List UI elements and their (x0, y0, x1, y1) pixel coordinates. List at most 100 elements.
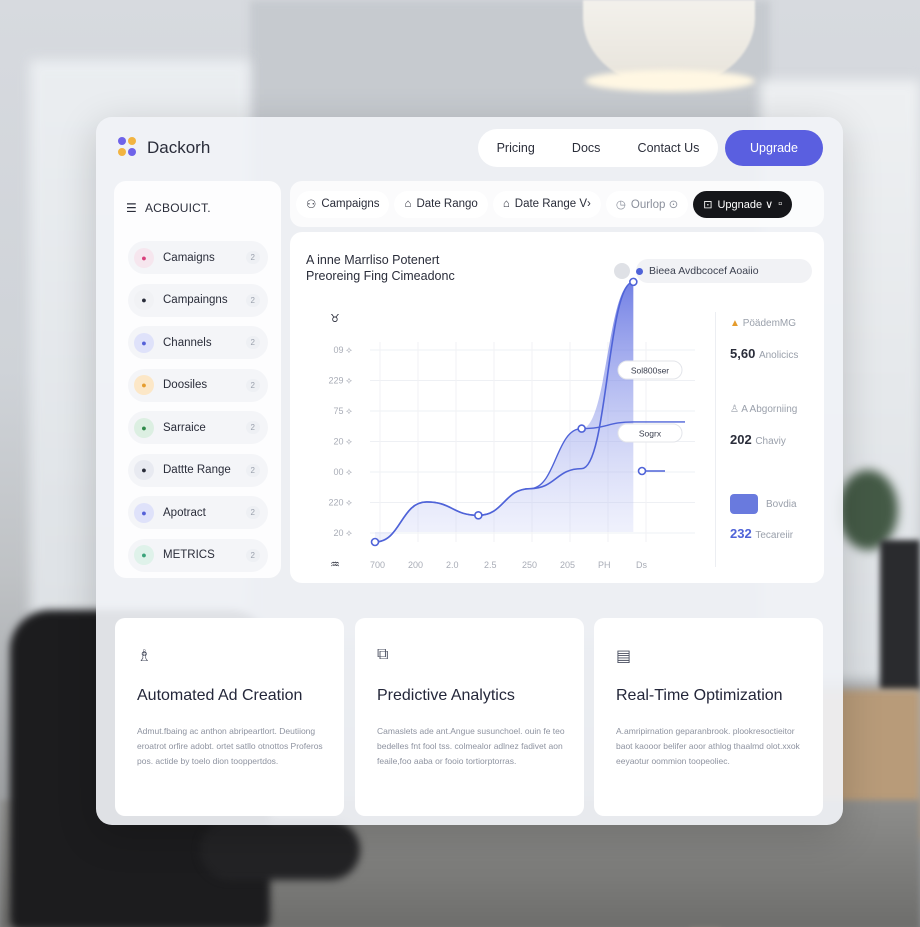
sidebar-list: ● Camaigns 2 ● Campaingns 2 ● Channels 2 ● Doosile… (128, 241, 268, 581)
sidebar-item-badge: 2 (245, 378, 260, 392)
upgrade-dropdown-label: Upgnade ∨ (717, 198, 774, 211)
upgrade-button[interactable]: Upgrade (725, 130, 823, 166)
calendar-icon: ⌂ (404, 198, 412, 210)
figure-icon: ♙ (730, 404, 739, 415)
data-point (629, 277, 638, 287)
sidebar-item-badge: 2 (245, 336, 260, 349)
sidebar-item-label: Apotract (163, 506, 206, 519)
data-point (370, 537, 380, 547)
calendar-icon: ⌂ (502, 198, 510, 210)
sidebar-item-label: Dattte Range (163, 464, 231, 476)
sidebar: ☰ ACBOUICT. ● Camaigns 2 ● Campaingns 2 ● Chann… (114, 181, 281, 578)
feature-card-realtime[interactable]: ▤ Real-Time Optimization A.amripirnation… (594, 618, 823, 816)
stat-value-1-number: 5,60 (730, 346, 756, 361)
x-tick-label: PH (598, 560, 611, 570)
x-tick-label: 200 (408, 560, 423, 570)
x-tick-label: 700 (370, 560, 385, 570)
stat-label-1: ▲ PöädemMG (730, 318, 796, 329)
stat-value-3-number: 232 (730, 526, 752, 541)
sidebar-item-label: Channels (163, 336, 212, 349)
sidebar-item-icon: ● (134, 460, 154, 480)
y-tick-label: 00 ⟡ (334, 467, 353, 477)
bar-thumbnail-icon (730, 494, 758, 514)
sidebar-item-icon: ● (134, 545, 154, 565)
sidebar-item-badge: 2 (245, 548, 260, 562)
stat-value-2-sub: Chaviy (755, 436, 786, 447)
ad-creation-icon: ♗ (137, 648, 152, 665)
stat-label-3: Bovdia (730, 494, 797, 514)
dashboard-panel: Dackorh Pricing Docs Contact Us Upgrade … (96, 117, 843, 825)
nav-contact[interactable]: Contact Us (638, 141, 700, 155)
y-tick-label: 75 ⟡ (334, 406, 353, 416)
stat-label-1-text: PöädemMG (742, 318, 797, 329)
sidebar-item-label: Campaingns (163, 294, 228, 306)
brand[interactable]: Dackorh (118, 137, 210, 159)
tooltip-2: Sogrx (639, 429, 662, 439)
menu-icon[interactable]: ☰ (126, 201, 137, 215)
sidebar-item-icon: ● (134, 332, 154, 353)
sidebar-item-camaigns[interactable]: ● Camaigns 2 (128, 241, 268, 274)
clock-icon: ◷ (615, 199, 626, 211)
filter-ourlop-label: Ourlop ⊙ (630, 199, 679, 211)
stat-value-3-sub: Tecareiir (755, 530, 794, 541)
sidebar-item-icon: ● (134, 290, 154, 310)
area-chart[interactable]: 09 ⟡ 229 ⟡ 75 ⟡ 20 ⟡ 00 ⟡ 220 ⟡ 20 ⟡ 700 200 2.0 2… (290, 232, 715, 583)
sidebar-item-icon: ● (134, 247, 154, 268)
sidebar-item-icon: ● (134, 417, 154, 438)
sidebar-item-label: Camaigns (163, 251, 215, 264)
calendar-icon: ▤ (616, 648, 632, 665)
sidebar-item-badge: 2 (245, 463, 260, 477)
sidebar-item-badge: 2 (245, 251, 260, 264)
stat-label-2: ♙ A Abgorniing (730, 404, 797, 415)
chart-card: A inne Marrliso Potenert Preoreing Fing … (290, 232, 824, 583)
brand-name: Dackorh (147, 138, 211, 157)
sidebar-item-sarraice[interactable]: ● Sarraice 2 (128, 411, 268, 444)
nav-docs[interactable]: Docs (572, 141, 600, 155)
plugin-icon: ⊡ (703, 198, 713, 211)
sidebar-item-badge: 2 (245, 506, 260, 519)
sidebar-item-label: METRICS (163, 549, 215, 561)
sidebar-item-campaingns[interactable]: ● Campaingns 2 (128, 283, 268, 317)
filter-ourlop[interactable]: ◷ Ourlop ⊙ (605, 190, 689, 218)
sidebar-title: ACBOUICT. (144, 201, 211, 215)
sidebar-item-dattte-range[interactable]: ● Dattte Range 2 (128, 453, 268, 487)
stat-label-3-text: Bovdia (766, 498, 797, 510)
x-tick-label: 2.0 (446, 560, 459, 570)
feature-description: Camaslets ade ant.Angue susunchoel. ouin… (377, 726, 565, 766)
filter-campaigns[interactable]: ⚇ Campaigns (296, 190, 390, 218)
feature-card-automated[interactable]: ♗ Automated Ad Creation Admut.fbaing ac … (115, 618, 344, 816)
sidebar-item-channels[interactable]: ● Channels 2 (128, 326, 268, 359)
stat-label-2-text: A Abgorniing (741, 404, 798, 415)
feature-title: Predictive Analytics (377, 687, 515, 704)
top-nav: Pricing Docs Contact Us (478, 129, 718, 167)
sidebar-item-doosiles[interactable]: ● Doosiles 2 (128, 368, 268, 402)
nav-pricing[interactable]: Pricing (497, 141, 535, 155)
sidebar-item-metrics[interactable]: ● METRICS 2 (128, 538, 268, 572)
feature-title: Automated Ad Creation (137, 687, 303, 704)
y-tick-label: 20 ⟡ (334, 437, 353, 447)
sidebar-item-apotract[interactable]: ● Apotract 2 (128, 496, 268, 529)
feature-title: Real-Time Optimization (616, 687, 783, 704)
y-tick-label: 220 ⟡ (329, 498, 353, 508)
filter-campaigns-label: Campaigns (321, 198, 380, 210)
stat-value-2: 202 Chaviy (730, 432, 786, 447)
y-tick-label: 09 ⟡ (334, 345, 353, 355)
filter-date-range[interactable]: ⌂ Date Range V› (492, 190, 601, 218)
data-point (577, 424, 586, 433)
sidebar-item-badge: 2 (245, 421, 260, 434)
analytics-icon: ⧉ (377, 646, 389, 663)
upgrade-dropdown[interactable]: ⊡ Upgnade ∨ ▫ (693, 190, 793, 218)
sidebar-item-badge: 2 (245, 293, 260, 307)
sidebar-header: ☰ ACBOUICT. (126, 201, 211, 215)
y-tick-label: 229 ⟡ (329, 376, 353, 386)
stat-value-2-number: 202 (730, 432, 752, 447)
data-point (637, 466, 647, 476)
feature-card-predictive[interactable]: ⧉ Predictive Analytics Camaslets ade ant… (355, 618, 584, 816)
feature-description: A.amripirnation geparanbrook. plookresoc… (616, 726, 800, 766)
sidebar-item-icon: ● (134, 375, 154, 395)
top-bar: Dackorh Pricing Docs Contact Us Upgrade (96, 117, 843, 177)
y-tick-label: 20 ⟡ (334, 528, 353, 538)
warning-icon: ▲ (730, 318, 740, 329)
filter-date-rango[interactable]: ⌂ Date Rango (394, 190, 488, 218)
x-axis-icon: ♒ (330, 558, 340, 571)
